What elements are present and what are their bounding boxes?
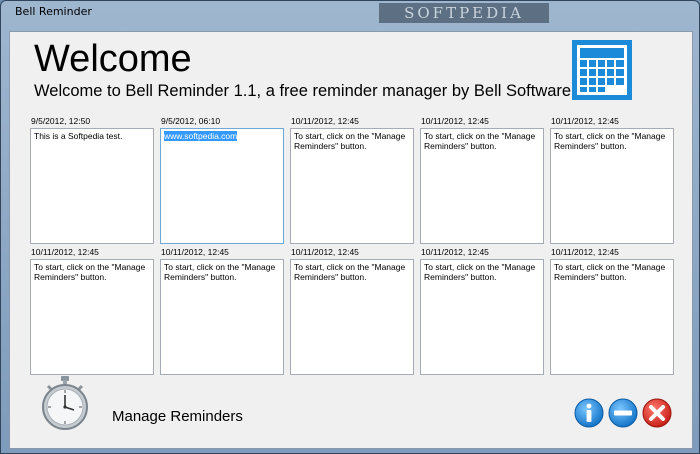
close-icon[interactable] bbox=[642, 398, 672, 428]
note-timestamp: 10/11/2012, 12:45 bbox=[551, 247, 619, 257]
note-text[interactable]: To start, click on the "Manage Reminders… bbox=[420, 259, 544, 375]
app-window: Bell Reminder SOFTPEDIA Welcome Welcome … bbox=[0, 0, 700, 454]
note-timestamp: 10/11/2012, 12:45 bbox=[421, 116, 489, 126]
selected-text: www.softpedia.com bbox=[164, 131, 238, 141]
note-timestamp: 10/11/2012, 12:45 bbox=[291, 116, 359, 126]
main-panel: Welcome Welcome to Bell Reminder 1.1, a … bbox=[9, 31, 693, 449]
note-timestamp: 10/11/2012, 12:45 bbox=[421, 247, 489, 257]
window-title: Bell Reminder bbox=[15, 5, 92, 18]
calendar-icon bbox=[572, 40, 632, 100]
note-text[interactable]: To start, click on the "Manage Reminders… bbox=[290, 259, 414, 375]
note-text[interactable]: To start, click on the "Manage Reminders… bbox=[290, 128, 414, 244]
note-text[interactable]: To start, click on the "Manage Reminders… bbox=[550, 259, 674, 375]
note-timestamp: 10/11/2012, 12:45 bbox=[291, 247, 359, 257]
page-title: Welcome bbox=[34, 38, 192, 80]
note-timestamp: 10/11/2012, 12:45 bbox=[551, 116, 619, 126]
note-text[interactable]: To start, click on the "Manage Reminders… bbox=[550, 128, 674, 244]
note-text[interactable]: www.softpedia.com bbox=[160, 128, 284, 244]
stopwatch-icon[interactable] bbox=[40, 376, 90, 430]
note-timestamp: 9/5/2012, 12:50 bbox=[31, 116, 91, 126]
note-text[interactable]: To start, click on the "Manage Reminders… bbox=[420, 128, 544, 244]
note-timestamp: 9/5/2012, 06:10 bbox=[161, 116, 221, 126]
manage-reminders-button[interactable]: Manage Reminders bbox=[112, 408, 243, 425]
note-timestamp: 10/11/2012, 12:45 bbox=[31, 247, 99, 257]
note-text[interactable]: To start, click on the "Manage Reminders… bbox=[160, 259, 284, 375]
info-icon[interactable] bbox=[574, 398, 604, 428]
page-subtitle: Welcome to Bell Reminder 1.1, a free rem… bbox=[34, 82, 576, 100]
watermark: SOFTPEDIA bbox=[379, 3, 549, 23]
minimize-icon[interactable] bbox=[608, 398, 638, 428]
title-bar[interactable]: Bell Reminder SOFTPEDIA bbox=[1, 1, 699, 25]
note-text[interactable]: To start, click on the "Manage Reminders… bbox=[30, 259, 154, 375]
note-text[interactable]: This is a Softpedia test. bbox=[30, 128, 154, 244]
note-timestamp: 10/11/2012, 12:45 bbox=[161, 247, 229, 257]
